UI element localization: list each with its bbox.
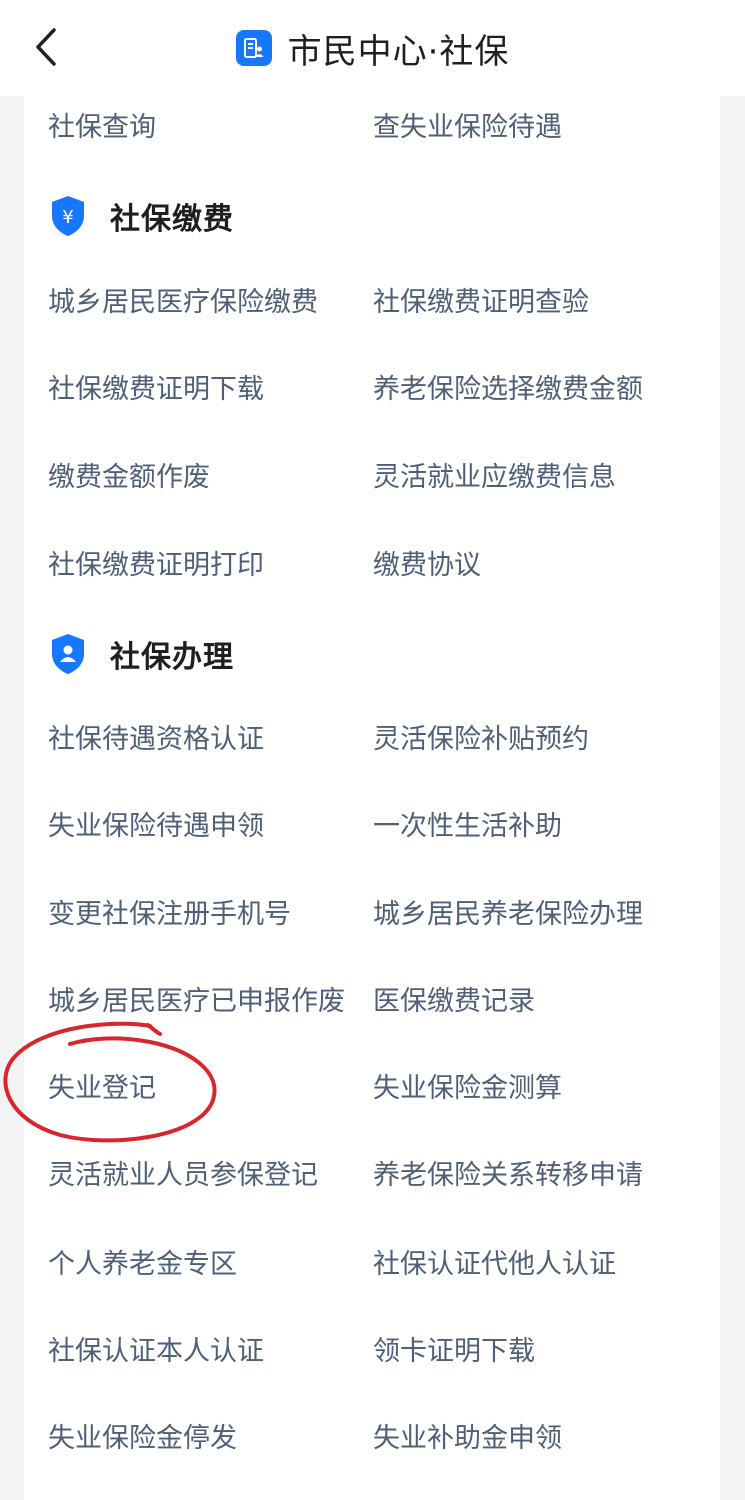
service-list-card: 社保查询 查失业保险待遇 ¥ 社保缴费 城乡居民医疗保险缴费 社保缴费证明查验 …	[24, 96, 720, 1500]
service-row: 社保缴费证明打印 缴费协议	[24, 536, 720, 596]
top-navigation-bar: 市民中心·社保	[0, 0, 745, 96]
service-item[interactable]: 社保缴费证明下载	[48, 360, 264, 420]
service-item[interactable]: 社保待遇资格认证	[48, 710, 264, 770]
service-item[interactable]: 缴费协议	[373, 536, 481, 596]
service-item[interactable]: 灵活就业应缴费信息	[373, 448, 616, 508]
service-row: 个人养老金专区 社保认证代他人认证	[24, 1235, 720, 1295]
service-item[interactable]: 城乡居民医疗已申报作废	[48, 972, 345, 1032]
service-row: 变更社保注册手机号 城乡居民养老保险办理	[24, 885, 720, 945]
citizen-center-logo-icon	[235, 30, 272, 66]
service-item[interactable]: 领卡证明下载	[373, 1322, 535, 1382]
service-item[interactable]: 社保缴费证明打印	[48, 536, 264, 596]
service-item[interactable]: 缴费金额作废	[48, 448, 210, 508]
service-row: 失业保险金停发 失业补助金申领	[24, 1409, 720, 1469]
service-row: 失业保险待遇申领 一次性生活补助	[24, 797, 720, 857]
service-row: 缴费金额作废 灵活就业应缴费信息	[24, 448, 720, 508]
service-item[interactable]: 失业保险待遇申领	[48, 797, 264, 857]
service-item-social-security-query[interactable]: 社保查询	[48, 98, 156, 158]
service-row: 城乡居民医疗保险缴费 社保缴费证明查验	[24, 273, 720, 333]
shield-yuan-icon: ¥	[52, 196, 84, 236]
service-item[interactable]: 变更社保注册手机号	[48, 885, 291, 945]
service-item-unemployment-registration[interactable]: 失业登记	[48, 1059, 156, 1119]
service-row: 社保待遇资格认证 灵活保险补贴预约	[24, 710, 720, 770]
service-item[interactable]: 失业保险金测算	[373, 1059, 562, 1119]
service-item[interactable]: 失业补助金申领	[373, 1409, 562, 1469]
service-item[interactable]: 一次性生活补助	[373, 797, 562, 857]
section-title: 社保缴费	[110, 202, 234, 237]
service-item-unemployment-benefit-query[interactable]: 查失业保险待遇	[373, 98, 562, 158]
service-item[interactable]: 养老保险选择缴费金额	[373, 360, 643, 420]
service-row: 失业登记 失业保险金测算	[24, 1059, 720, 1119]
service-item[interactable]: 个人养老金专区	[48, 1235, 237, 1295]
page-title: 市民中心·社保	[287, 31, 510, 72]
title-container: 市民中心·社保	[0, 0, 745, 96]
service-row: 城乡居民医疗已申报作废 医保缴费记录	[24, 972, 720, 1032]
svg-text:¥: ¥	[62, 207, 73, 228]
service-item[interactable]: 城乡居民医疗保险缴费	[48, 273, 318, 333]
service-item[interactable]: 失业保险金停发	[48, 1409, 237, 1469]
service-item[interactable]: 社保认证代他人认证	[373, 1235, 616, 1295]
service-item[interactable]: 社保缴费证明查验	[373, 273, 589, 333]
section-header-payment: ¥ 社保缴费	[48, 184, 708, 248]
service-item[interactable]: 养老保险关系转移申请	[373, 1146, 643, 1206]
section-header-handling: 社保办理	[48, 622, 708, 686]
service-item[interactable]: 灵活就业人员参保登记	[48, 1146, 318, 1206]
service-row: 社保查询 查失业保险待遇	[24, 98, 720, 158]
service-row: 社保缴费证明下载 养老保险选择缴费金额	[24, 360, 720, 420]
service-item[interactable]: 灵活保险补贴预约	[373, 710, 589, 770]
service-item[interactable]: 城乡居民养老保险办理	[373, 885, 643, 945]
section-title: 社保办理	[110, 640, 234, 675]
service-row: 灵活就业人员参保登记 养老保险关系转移申请	[24, 1146, 720, 1206]
service-item[interactable]: 社保认证本人认证	[48, 1322, 264, 1382]
service-item[interactable]: 医保缴费记录	[373, 972, 535, 1032]
service-row: 社保认证本人认证 领卡证明下载	[24, 1322, 720, 1382]
shield-person-icon	[52, 634, 84, 674]
